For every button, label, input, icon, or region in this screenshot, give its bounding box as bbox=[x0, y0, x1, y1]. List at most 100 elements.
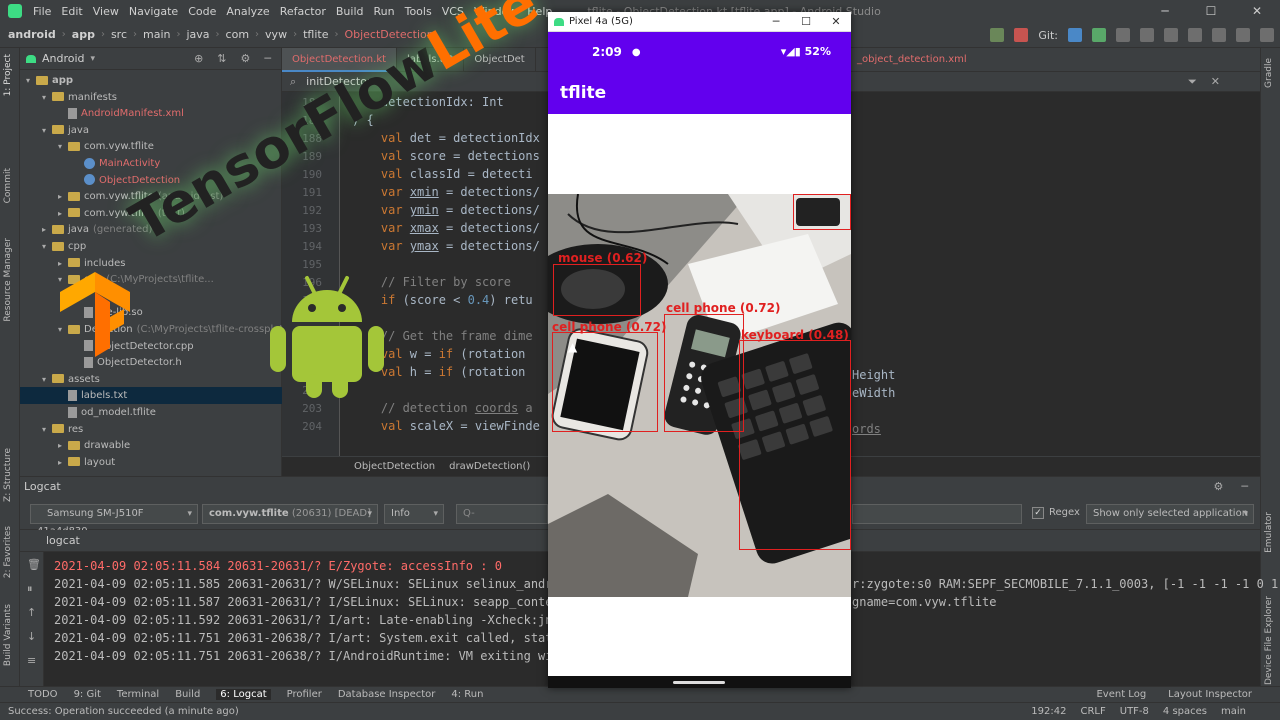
tool-profiler[interactable]: Profiler bbox=[287, 689, 322, 700]
chevron-right-icon[interactable]: ▸ bbox=[58, 437, 68, 454]
trash-icon[interactable]: 🗑 bbox=[27, 558, 41, 571]
tab-device-file-explorer[interactable]: Device File Explorer bbox=[1264, 596, 1274, 685]
line-separator[interactable]: CRLF bbox=[1080, 706, 1105, 717]
tree-item[interactable]: ▾ app bbox=[20, 72, 282, 89]
tab-layout-xml[interactable]: _object_detection.xml bbox=[847, 48, 977, 72]
regex-checkbox[interactable]: ✓ bbox=[1032, 507, 1044, 519]
chevron-right-icon[interactable]: ▸ bbox=[42, 221, 52, 238]
menu-tools[interactable]: Tools bbox=[400, 5, 437, 18]
menu-refactor[interactable]: Refactor bbox=[275, 5, 331, 18]
tool-run[interactable]: 4: Run bbox=[451, 689, 483, 700]
tool-layout-inspector[interactable]: Layout Inspector bbox=[1168, 689, 1252, 700]
tree-item[interactable]: ▾ res bbox=[20, 421, 282, 438]
collapse-icon[interactable]: ⇅ bbox=[217, 52, 226, 65]
git-branch[interactable]: main bbox=[1221, 706, 1246, 717]
log-line[interactable]: 2021-04-09 02:05:11.584 20631-20631/? E/… bbox=[54, 559, 502, 573]
crumb-java[interactable]: java bbox=[186, 28, 209, 41]
layout-icon[interactable] bbox=[1236, 28, 1250, 42]
hide-icon[interactable]: ─ bbox=[1241, 480, 1248, 493]
menu-view[interactable]: View bbox=[88, 5, 124, 18]
log-level-dropdown[interactable]: Info ▾ bbox=[384, 504, 444, 524]
close-icon[interactable]: ✕ bbox=[1211, 75, 1220, 89]
chevron-right-icon[interactable]: ▸ bbox=[58, 188, 68, 205]
tool-event-log[interactable]: Event Log bbox=[1096, 689, 1146, 700]
menu-file[interactable]: File bbox=[28, 5, 56, 18]
process-dropdown[interactable]: com.vyw.tflite (20631) [DEAD] ▾ bbox=[202, 504, 378, 524]
tab-commit[interactable]: Commit bbox=[3, 168, 13, 203]
logcat-search-field[interactable] bbox=[852, 504, 1022, 524]
crumb-vyw[interactable]: vyw bbox=[265, 28, 287, 41]
maximize-icon[interactable]: ☐ bbox=[791, 12, 821, 32]
scroll-down-icon[interactable]: ↓ bbox=[27, 630, 36, 643]
tab-build-variants[interactable]: Build Variants bbox=[3, 604, 13, 666]
search-icon[interactable] bbox=[1260, 28, 1274, 42]
device-dropdown[interactable]: Samsung SM-J510F 41a4d830▾ bbox=[30, 504, 198, 537]
stop-icon[interactable] bbox=[1014, 28, 1029, 42]
tree-item[interactable]: ▸ includes bbox=[20, 255, 282, 272]
close-icon[interactable]: ✕ bbox=[1234, 0, 1280, 22]
menu-code[interactable]: Code bbox=[183, 5, 221, 18]
project-view-dropdown[interactable]: Android bbox=[42, 52, 85, 65]
locate-icon[interactable]: ⊕ bbox=[194, 52, 203, 65]
tool-build[interactable]: Build bbox=[175, 689, 200, 700]
crumb-tflite[interactable]: tflite bbox=[303, 28, 328, 41]
menu-run[interactable]: Run bbox=[369, 5, 400, 18]
close-icon[interactable]: ✕ bbox=[821, 12, 851, 32]
history-icon[interactable] bbox=[1116, 28, 1130, 42]
chevron-right-icon[interactable]: ▸ bbox=[58, 454, 68, 471]
tree-item[interactable]: labels.txt bbox=[20, 387, 282, 405]
home-gesture-pill[interactable] bbox=[673, 681, 725, 684]
tree-item[interactable]: ▾ manifests bbox=[20, 89, 282, 106]
chevron-right-icon[interactable]: ▸ bbox=[58, 255, 68, 272]
breadcrumb-function[interactable]: drawDetection() bbox=[449, 461, 530, 472]
crumb-com[interactable]: com bbox=[226, 28, 250, 41]
logcat-search-input[interactable]: Q- bbox=[456, 504, 548, 524]
chevron-down-icon[interactable]: ▾ bbox=[42, 89, 52, 106]
log-line[interactable]: 2021-04-09 02:05:11.587 20631-20631/? I/… bbox=[54, 595, 589, 609]
device-manager-icon[interactable] bbox=[1188, 28, 1202, 42]
git-commit-icon[interactable] bbox=[1092, 28, 1106, 42]
gear-icon[interactable]: ⚙ bbox=[241, 52, 251, 65]
menu-analyze[interactable]: Analyze bbox=[221, 5, 274, 18]
chevron-down-icon[interactable]: ▾ bbox=[58, 138, 68, 155]
tab-resource-manager[interactable]: Resource Manager bbox=[3, 238, 13, 322]
maximize-icon[interactable]: ☐ bbox=[1188, 0, 1234, 22]
camera-preview[interactable]: mouse (0.62) cell phone (0.72) cell phon… bbox=[548, 194, 851, 597]
undo-icon[interactable] bbox=[1140, 28, 1154, 42]
chevron-down-icon[interactable]: ▾ bbox=[26, 72, 36, 89]
chevron-down-icon[interactable]: ▾ bbox=[42, 421, 52, 438]
chevron-down-icon[interactable]: ▾ bbox=[42, 238, 52, 255]
menu-build[interactable]: Build bbox=[331, 5, 369, 18]
indent-setting[interactable]: 4 spaces bbox=[1163, 706, 1207, 717]
app-filter-dropdown[interactable]: Show only selected application ▾ bbox=[1086, 504, 1254, 524]
crumb-app[interactable]: app bbox=[72, 28, 95, 41]
tree-item[interactable]: AndroidManifest.xml bbox=[20, 105, 282, 122]
filter-icon[interactable]: ⏷ bbox=[1188, 75, 1197, 89]
gear-icon[interactable]: ⚙ bbox=[1214, 480, 1224, 493]
settings-icon[interactable] bbox=[1164, 28, 1178, 42]
sdk-manager-icon[interactable] bbox=[1212, 28, 1226, 42]
chevron-down-icon[interactable]: ▾ bbox=[42, 122, 52, 139]
crumb-src[interactable]: src bbox=[111, 28, 127, 41]
git-update-icon[interactable] bbox=[1068, 28, 1082, 42]
log-line[interactable]: 2021-04-09 02:05:11.585 20631-20631/? W/… bbox=[54, 577, 589, 591]
log-line[interactable]: 2021-04-09 02:05:11.751 20631-20638/? I/… bbox=[54, 649, 589, 663]
tree-item[interactable]: ▾ assets bbox=[20, 371, 282, 388]
menu-edit[interactable]: Edit bbox=[56, 5, 87, 18]
tree-item[interactable]: od_model.tflite bbox=[20, 404, 282, 421]
menu-navigate[interactable]: Navigate bbox=[124, 5, 183, 18]
tree-item[interactable]: ▸ layout bbox=[20, 454, 282, 471]
crumb-main[interactable]: main bbox=[143, 28, 170, 41]
logcat-tab[interactable]: logcat bbox=[46, 534, 80, 547]
scroll-up-icon[interactable]: ↑ bbox=[27, 606, 36, 619]
tool-git[interactable]: 9: Git bbox=[74, 689, 101, 700]
tab-emulator[interactable]: Emulator bbox=[1264, 512, 1274, 553]
log-line[interactable]: 2021-04-09 02:05:11.592 20631-20631/? I/… bbox=[54, 613, 560, 627]
chevron-down-icon[interactable]: ▾ bbox=[42, 371, 52, 388]
minimize-icon[interactable]: ─ bbox=[761, 12, 791, 32]
log-line[interactable]: 2021-04-09 02:05:11.751 20631-20638/? I/… bbox=[54, 631, 589, 645]
breadcrumb-class[interactable]: ObjectDetection bbox=[354, 461, 435, 472]
tab-favorites[interactable]: 2: Favorites bbox=[3, 526, 13, 578]
pause-icon[interactable]: ⏸ bbox=[27, 582, 33, 596]
minimize-icon[interactable]: ─ bbox=[1142, 0, 1188, 22]
